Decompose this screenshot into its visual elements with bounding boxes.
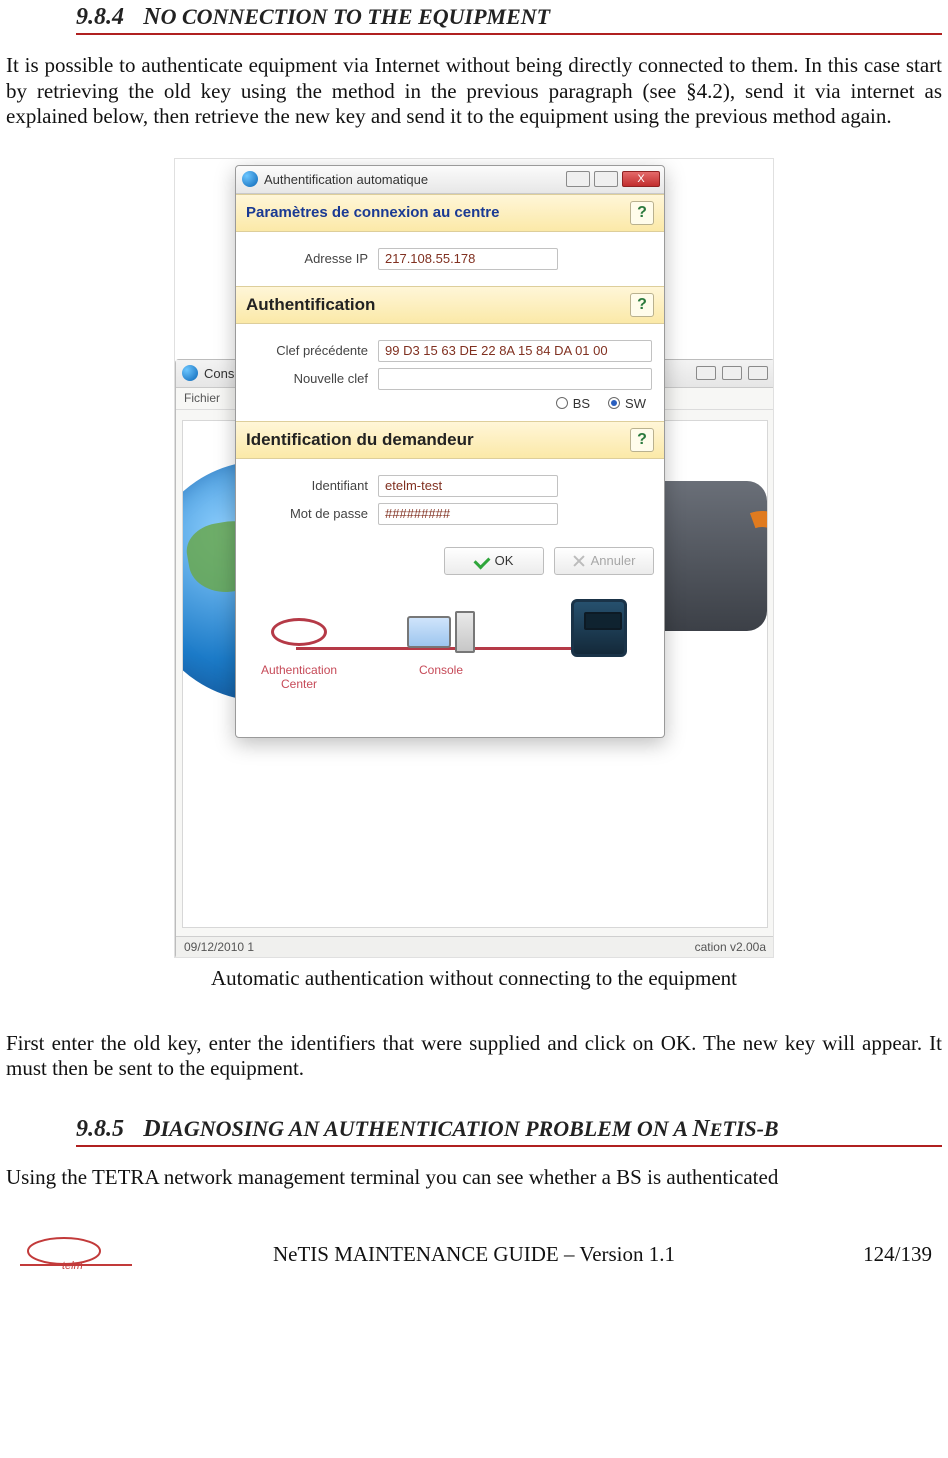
section-number: 9.8.4 bbox=[76, 4, 124, 30]
check-icon bbox=[473, 552, 490, 569]
label-ip: Adresse IP bbox=[248, 251, 368, 266]
label-new-key: Nouvelle clef bbox=[248, 371, 368, 386]
x-icon bbox=[573, 555, 585, 567]
topology-diagram: Authentication Center Console bbox=[236, 587, 664, 737]
section-heading-984: 9.8.4 NO CONNECTION TO THE EQUIPMENT bbox=[76, 4, 942, 35]
radio-icon bbox=[608, 397, 620, 409]
node-equipment bbox=[564, 603, 634, 659]
section-number: 9.8.5 bbox=[76, 1116, 124, 1142]
input-prev-key[interactable]: 99 D3 15 63 DE 22 8A 15 84 DA 01 00 bbox=[378, 340, 652, 362]
paragraph: Using the TETRA network management termi… bbox=[6, 1165, 942, 1191]
menu-fichier[interactable]: Fichier bbox=[184, 391, 220, 405]
screenshot-mock: Console d Fichier Ide bbox=[174, 158, 774, 958]
minimize-icon[interactable] bbox=[566, 171, 590, 187]
page-number: 124/139 bbox=[812, 1242, 932, 1267]
section-auth: Authentification ? bbox=[236, 286, 664, 324]
label-user: Identifiant bbox=[248, 478, 368, 493]
window-buttons bbox=[696, 366, 768, 380]
input-ip[interactable]: 217.108.55.178 bbox=[378, 248, 558, 270]
page-footer: telm NeTIS MAINTENANCE GUIDE – Version 1… bbox=[6, 1237, 942, 1279]
figure-caption: Automatic authentication without connect… bbox=[6, 966, 942, 991]
label-prev-key: Clef précédente bbox=[248, 343, 368, 358]
radio-bs[interactable]: BS bbox=[556, 396, 590, 411]
help-icon[interactable]: ? bbox=[630, 428, 654, 452]
input-pass[interactable]: ######### bbox=[378, 503, 558, 525]
footer-title: NeTIS MAINTENANCE GUIDE – Version 1.1 bbox=[136, 1242, 812, 1267]
node-console: Console bbox=[406, 607, 476, 677]
cancel-button[interactable]: Annuler bbox=[554, 547, 654, 575]
status-right: cation v2.00a bbox=[695, 940, 766, 954]
status-left: 09/12/2010 1 bbox=[184, 940, 254, 954]
section-label: Paramètres de connexion au centre bbox=[246, 204, 499, 221]
maximize-icon[interactable] bbox=[722, 366, 742, 380]
monitor-icon bbox=[407, 616, 451, 648]
app-icon bbox=[182, 365, 198, 381]
maximize-icon[interactable] bbox=[594, 171, 618, 187]
svg-text:telm: telm bbox=[62, 1260, 83, 1272]
section-heading-985: 9.8.5 DIAGNOSING AN AUTHENTICATION PROBL… bbox=[76, 1116, 942, 1147]
radio-group: BS SW bbox=[248, 396, 652, 411]
help-icon[interactable]: ? bbox=[630, 201, 654, 225]
node-auth-center: Authentication Center bbox=[261, 607, 337, 691]
status-bar: 09/12/2010 1 cation v2.00a bbox=[176, 936, 774, 958]
equipment-icon bbox=[571, 599, 627, 657]
radio-sw[interactable]: SW bbox=[608, 396, 646, 411]
paragraph: It is possible to authenticate equipment… bbox=[6, 53, 942, 130]
section-title: DIAGNOSING AN AUTHENTICATION PROBLEM ON … bbox=[143, 1116, 778, 1141]
auth-dialog: Authentification automatique X Paramètre… bbox=[235, 165, 665, 738]
label-pass: Mot de passe bbox=[248, 506, 368, 521]
etelm-logo-icon bbox=[265, 612, 333, 652]
app-icon bbox=[242, 171, 258, 187]
help-icon[interactable]: ? bbox=[630, 293, 654, 317]
input-new-key[interactable] bbox=[378, 368, 652, 390]
tower-icon bbox=[455, 611, 475, 653]
minimize-icon[interactable] bbox=[696, 366, 716, 380]
section-label: Authentification bbox=[246, 295, 375, 315]
close-icon[interactable] bbox=[748, 366, 768, 380]
paragraph: First enter the old key, enter the ident… bbox=[6, 1031, 942, 1082]
section-title: NO CONNECTION TO THE EQUIPMENT bbox=[143, 4, 550, 29]
section-label: Identification du demandeur bbox=[246, 430, 474, 450]
section-identity: Identification du demandeur ? bbox=[236, 421, 664, 459]
etelm-logo-icon: telm bbox=[16, 1237, 136, 1273]
figure: Console d Fichier Ide bbox=[6, 158, 942, 991]
ok-button[interactable]: OK bbox=[444, 547, 544, 575]
close-icon[interactable]: X bbox=[622, 171, 660, 187]
radio-icon bbox=[556, 397, 568, 409]
dialog-titlebar: Authentification automatique X bbox=[236, 166, 664, 194]
dialog-title: Authentification automatique bbox=[264, 172, 428, 187]
input-user[interactable]: etelm-test bbox=[378, 475, 558, 497]
section-connection: Paramètres de connexion au centre ? bbox=[236, 194, 664, 232]
